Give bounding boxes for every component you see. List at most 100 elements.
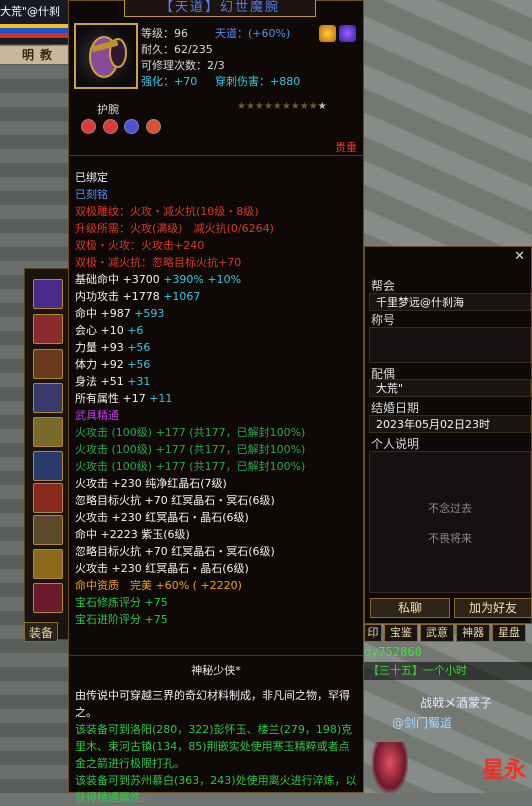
character-guild-plate: @剑门蜀道 [392, 716, 453, 730]
item-tooltip: 【天道】幻世魔腕 等级：96 天道：(+60%) 耐久：62/235 可修理次数… [68, 0, 364, 804]
item-level: 等级：96 [141, 27, 188, 40]
tab-equipment[interactable]: 装备 [24, 622, 58, 642]
attribute-line: 双极雕纹：火攻・减火抗(10级・8级) [75, 205, 259, 218]
attribute-line: 忽略目标火抗 +70 红冥晶石・冥石(6级) [75, 494, 275, 507]
tab-shenqi[interactable]: 神器 [456, 624, 490, 642]
arcane-badge-icon [339, 25, 356, 42]
add-friend-button[interactable]: 加为好友 [454, 598, 532, 618]
attribute-line: 已绑定 [75, 171, 108, 184]
private-chat-button[interactable]: 私聊 [370, 598, 450, 618]
tiandao-badges [319, 25, 357, 43]
attribute-line: 火攻击 +230 纯净红晶石(7级) [75, 477, 227, 490]
tab-wuyi[interactable]: 武意 [420, 624, 454, 642]
attribute-line: 火攻击 (100级) +177 (共177，已解封100%) [75, 460, 306, 473]
attribute-line: 升级所需：火攻(满级) 减火抗(0/6264) [75, 222, 274, 235]
attribute-line: 火攻击 +230 红冥晶石・晶石(6级) [75, 562, 249, 575]
title-label: 称号 [371, 313, 396, 327]
item-durability: 耐久：62/235 [141, 43, 213, 56]
fire-badge-icon [319, 25, 336, 42]
player-name: 大荒"@什刹 [0, 5, 61, 18]
marriage-date-field: 2023年05月02日23时 [369, 415, 531, 433]
server-banner-text: 星永 [482, 758, 527, 783]
desc-lore: 由传说中可穿越三界的奇幻材料制成，非凡间之物，罕得之。 [75, 689, 350, 719]
equip-slot-belt-icon[interactable] [33, 417, 63, 447]
item-enhance: 强化：+70 [141, 75, 198, 88]
attribute-line: 命中 +987 +593 [75, 307, 165, 320]
equipment-slot-column [24, 268, 70, 640]
bio-line-1: 不念过去 [428, 502, 472, 515]
item-pierce-damage: 穿刺伤害：+880 [215, 75, 301, 88]
marriage-date-label: 结婚日期 [371, 401, 420, 415]
equip-slot-ring-icon[interactable] [33, 483, 63, 513]
attribute-line: 已刻铭 [75, 188, 108, 201]
equip-slot-charm-icon[interactable] [33, 549, 63, 579]
tab-seal[interactable]: 印 [364, 624, 382, 642]
attribute-line: 双极・减火抗：忽略目标火抗+70 [75, 256, 242, 269]
orange-gem-icon [145, 119, 161, 134]
attribute-line: 所有属性 +17 +11 [75, 392, 173, 405]
player-status-bar: 大荒"@什刹 [0, 0, 68, 45]
bio-box: 不念过去 不畏将来 [369, 451, 531, 593]
item-tiandao: 天道：(+60%) [215, 27, 291, 40]
desc-temper-hint: 该装备可到苏州慕白(363，243)处使用离火进行淬炼，以获得精通属性。 [75, 774, 357, 804]
attribute-line: 火攻击 (100级) +177 (共177，已解封100%) [75, 443, 306, 456]
crafter-name: 神秘少侠* [191, 664, 241, 677]
star-rating-filled: ★★★★★★★★★ [237, 101, 318, 112]
attribute-line: 体力 +92 +56 [75, 358, 151, 371]
player-character-sprite[interactable] [372, 742, 408, 793]
character-nameplate: 战戟メ酒蒙子 [420, 696, 493, 710]
attribute-line: 武具精通 [75, 409, 119, 422]
spouse-field: 大荒" [369, 379, 531, 397]
item-subtype: 护腕 [97, 103, 119, 116]
equip-slot-boots-icon[interactable] [33, 451, 63, 481]
title-field [369, 327, 531, 363]
close-icon[interactable]: ✕ [514, 249, 525, 264]
divider [69, 155, 363, 156]
attribute-line: 身法 +51 +31 [75, 375, 151, 388]
attribute-line: 基础命中 +3700 +390% +10% [75, 273, 242, 286]
hp-mp-bars [0, 24, 68, 42]
item-repair-count: 可修理次数：2/3 [141, 59, 225, 72]
attribute-line: 力量 +93 +56 [75, 341, 151, 354]
attribute-line: 命中资质 完美 +60% ( +2220) [75, 579, 242, 592]
equip-slot-necklace-icon[interactable] [33, 314, 63, 344]
item-description: 由传说中可穿越三界的奇幻材料制成，非凡间之物，罕得之。 该装备可到洛阳(280，… [75, 687, 359, 806]
star-rating-empty: ★ [317, 101, 327, 112]
attribute-line: 火攻击 (100级) +177 (共177，已解封100%) [75, 426, 306, 439]
player-info-panel: ✕ 帮会 千里梦远@什刹海 称号 配偶 大荒" 结婚日期 2023年05月02日… [364, 246, 532, 624]
equip-slot-armor-icon[interactable] [33, 383, 63, 413]
item-lore-section: 神秘少侠* [69, 655, 363, 677]
bracer-item-icon [74, 23, 138, 89]
tab-xingpan[interactable]: 星盘 [492, 624, 526, 642]
attribute-line: 火攻击 +230 红冥晶石・晶石(6级) [75, 511, 249, 524]
sect-label: 明教 [0, 46, 68, 64]
equip-slot-amulet-icon[interactable] [33, 515, 63, 545]
bio-line-2: 不畏将来 [428, 532, 472, 545]
equip-slot-shoulder-icon[interactable] [33, 349, 63, 379]
guild-label: 帮会 [371, 279, 396, 293]
attribute-line: 内功攻击 +1778 +1067 [75, 290, 201, 303]
socketed-gem-icons [81, 119, 164, 137]
equip-slot-helmet-icon[interactable] [33, 279, 63, 309]
attribute-line: 宝石修炼评分 +75 [75, 596, 168, 609]
item-title: 【天道】幻世魔腕 [124, 0, 316, 17]
item-attribute-list: 已绑定已刻铭双极雕纹：火攻・减火抗(10级・8级) 升级所需：火攻(满级) 减火抗… [75, 169, 361, 628]
attribute-line: 会心 +10 +6 [75, 324, 144, 337]
equip-slot-weapon-icon[interactable] [33, 583, 63, 613]
red-gem-icon [102, 119, 118, 134]
attribute-line: 双极・火攻：火攻击+240 [75, 239, 205, 252]
bio-label: 个人说明 [371, 437, 420, 451]
item-rarity: 贵重 [335, 141, 357, 154]
attribute-line: 宝石进阶评分 +75 [75, 613, 168, 626]
attribute-line: 忽略目标火抗 +70 红冥晶石・冥石(6级) [75, 545, 275, 558]
desc-socket-hint: 该装备可到洛阳(280，322)彭怀玉、楼兰(279，198)克里木、束河古镇(… [75, 723, 353, 770]
world-chat-line: 【三十五】一个小时 [364, 662, 532, 680]
red-gem-icon [81, 119, 96, 134]
character-tabs: 印 宝鉴 武意 神器 星盘 [364, 624, 532, 642]
world-chat-text: gy752860 [364, 645, 422, 659]
item-stars: ★★★★★★★★★★ [237, 101, 327, 112]
blue-gem-icon [124, 119, 139, 134]
tab-baojian[interactable]: 宝鉴 [384, 624, 418, 642]
attribute-line: 命中 +2223 紫玉(6级) [75, 528, 190, 541]
guild-field: 千里梦远@什刹海 [369, 293, 531, 311]
